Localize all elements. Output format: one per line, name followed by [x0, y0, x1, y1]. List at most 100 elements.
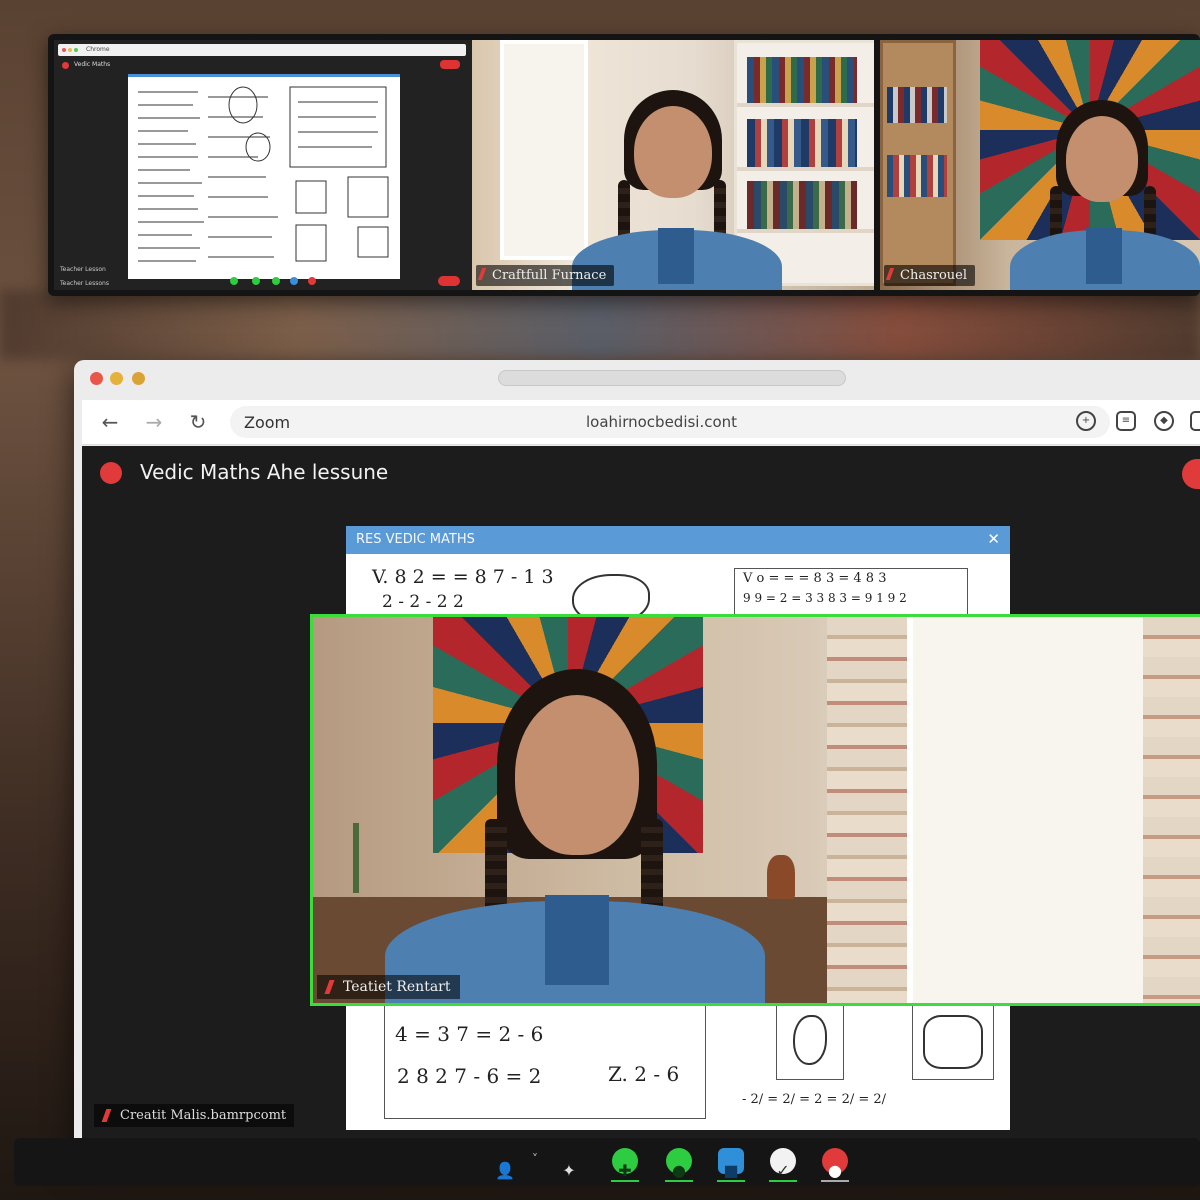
curtain: [1143, 617, 1200, 1003]
math-box: 4 = 3 7 = 2 - 6 2 8 2 7 - 6 = 2: [384, 1002, 706, 1119]
chevron-down-icon[interactable]: ˅: [532, 1152, 538, 1166]
participant-name: Craftfull Furnace: [492, 268, 607, 283]
browser-toolbar: ← → ↻ Zoom loahirnocbedisi.cont + ≡ ◆: [82, 400, 1200, 445]
mini-max-dot: [74, 48, 78, 52]
active-indicator: [769, 1180, 797, 1182]
books-row: [887, 87, 947, 123]
math-line: 9 9 = 2 = 3 3 8 3 = 9 1 9 2: [743, 591, 907, 605]
mini-participant-label: Teacher Lesson: [60, 266, 106, 273]
profile-icon[interactable]: ◆: [1154, 411, 1174, 431]
active-indicator: [821, 1180, 849, 1182]
address-bar[interactable]: Zoom loahirnocbedisi.cont: [230, 406, 1110, 438]
mini-participants-icon[interactable]: [230, 277, 238, 285]
math-line: V. 8 2 = = 8 7 - 1 3: [372, 566, 554, 588]
browser-window: ← → ↻ Zoom loahirnocbedisi.cont + ≡ ◆ Ve…: [74, 360, 1200, 1160]
background-blur-band: [0, 290, 1200, 360]
grid-icon[interactable]: ✚: [612, 1148, 638, 1180]
spotlight-name-tag: Teatiet Rentart: [317, 975, 461, 999]
muted-mic-icon: [885, 268, 895, 280]
mini-min-dot: [68, 48, 72, 52]
minimize-window-button[interactable]: [110, 372, 123, 385]
mini-title: Vedic Maths: [74, 61, 111, 68]
mini-end-button[interactable]: [438, 276, 460, 286]
participant-person: [572, 90, 782, 290]
address-site-label: Zoom: [244, 413, 291, 432]
mic-icon[interactable]: ●: [822, 1148, 848, 1180]
check-icon[interactable]: ✓: [770, 1148, 796, 1180]
math-box: V o = = = 8 3 = 4 8 3 9 9 = 2 = 3 3 8 3 …: [734, 568, 968, 620]
reactions-glyph: ✦: [562, 1161, 576, 1180]
books-row: [887, 155, 947, 197]
mini-browser-bar: Chrome: [58, 44, 466, 56]
mini-participant-label-2: Teacher Lessons: [60, 280, 109, 287]
presenter-person: [385, 669, 765, 1003]
check-glyph: ✓: [776, 1161, 790, 1180]
window-pane: [907, 617, 1155, 1003]
face: [634, 106, 712, 198]
active-indicator: [665, 1180, 693, 1182]
participants-icon[interactable]: 👤: [492, 1148, 518, 1180]
maximize-window-button[interactable]: [132, 372, 145, 385]
reader-icon[interactable]: ≡: [1116, 411, 1136, 431]
doodle-sketch: [793, 1015, 827, 1065]
mic-glyph: ●: [828, 1161, 842, 1180]
chat-glyph: ●: [672, 1161, 686, 1180]
mini-math-scribbles: [138, 86, 389, 262]
close-icon[interactable]: ✕: [987, 530, 1000, 548]
meeting-controls: 👤 ˅ ✦ ✚ ● ■ ✓ ●: [14, 1138, 1200, 1186]
tab-bar[interactable]: [498, 370, 846, 386]
address-url[interactable]: loahirnocbedisi.cont: [586, 413, 737, 431]
self-participant-name: Creatit Malis.bamrpcomt: [120, 1108, 287, 1123]
forward-arrow-icon[interactable]: →: [140, 409, 168, 435]
self-name-tag: Creatit Malis.bamrpcomt: [94, 1104, 295, 1127]
sketch-box: [776, 1004, 844, 1080]
vase: [767, 855, 795, 899]
meeting-title: Vedic Maths Ahe lessune: [140, 460, 389, 484]
muted-mic-icon: [101, 1109, 112, 1122]
muted-mic-icon: [477, 268, 487, 280]
math-line: 2 8 2 7 - 6 = 2: [397, 1064, 542, 1088]
shared-screen-thumbnail[interactable]: Chrome Vedic Maths Teacher Lesson Teache…: [54, 40, 510, 290]
participant-person: [1010, 100, 1200, 290]
math-line: Z. 2 - 6: [608, 1062, 680, 1086]
participant-name: Chasrouel: [900, 268, 968, 283]
face: [515, 695, 639, 855]
mini-mic-icon[interactable]: [308, 277, 316, 285]
curtain: [827, 617, 907, 1003]
close-window-button[interactable]: [90, 372, 103, 385]
active-indicator: [611, 1180, 639, 1182]
active-indicator: [717, 1180, 745, 1182]
spotlight-video[interactable]: Teatiet Rentart: [310, 614, 1200, 1006]
doodle-sketch: [923, 1015, 983, 1069]
share-screen-icon[interactable]: ■: [718, 1148, 744, 1180]
gallery-strip: Chrome Vedic Maths Teacher Lesson Teache…: [48, 34, 1200, 296]
mini-video-icon[interactable]: [252, 277, 260, 285]
mini-share-icon[interactable]: [290, 277, 298, 285]
participant-name-tag: Craftfull Furnace: [476, 265, 615, 286]
participant-tile-1[interactable]: Craftfull Furnace: [472, 40, 874, 290]
spotlight-participant-name: Teatiet Rentart: [343, 979, 451, 995]
math-line: 2 - 2 - 2 2: [382, 592, 464, 612]
plant-stem: [353, 823, 359, 893]
menu-icon[interactable]: [1190, 411, 1200, 431]
participant-name-tag: Chasrouel: [884, 265, 976, 286]
end-meeting-button[interactable]: [1182, 459, 1200, 489]
reactions-icon[interactable]: ✦: [556, 1148, 582, 1180]
participants-glyph: 👤: [495, 1161, 515, 1180]
mini-stop-button[interactable]: [440, 60, 460, 69]
face: [1066, 116, 1138, 202]
back-arrow-icon[interactable]: ←: [96, 409, 124, 435]
reload-icon[interactable]: ↻: [184, 409, 212, 435]
participant-tile-2[interactable]: Chasrouel: [880, 40, 1200, 290]
meeting-area: Vedic Maths Ahe lessune RES VEDIC MATHS …: [82, 446, 1200, 1160]
math-line: V o = = = 8 3 = 4 8 3: [743, 571, 887, 586]
chat-icon[interactable]: ●: [666, 1148, 692, 1180]
mini-chat-icon[interactable]: [272, 277, 280, 285]
mini-close-dot: [62, 48, 66, 52]
collar: [545, 895, 609, 985]
collar: [658, 228, 694, 284]
math-line: 4 = 3 7 = 2 - 6: [395, 1022, 544, 1046]
extension-icon[interactable]: +: [1076, 411, 1096, 431]
share-glyph: ■: [723, 1161, 739, 1180]
sketch-box: [912, 1004, 994, 1080]
